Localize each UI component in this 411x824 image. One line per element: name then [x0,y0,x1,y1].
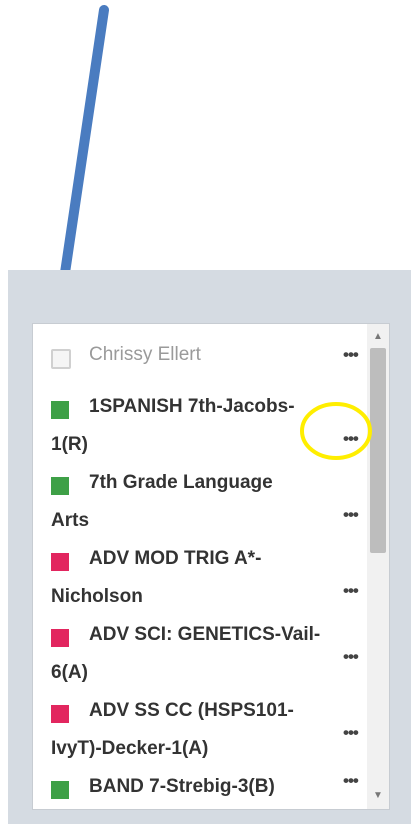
highlight-circle-icon [300,402,372,460]
